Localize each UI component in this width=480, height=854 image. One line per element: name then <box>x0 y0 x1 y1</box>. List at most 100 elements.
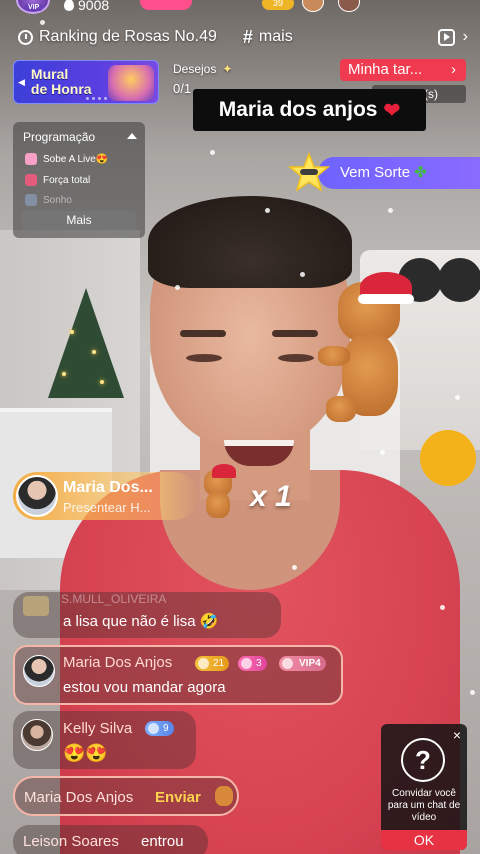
chat-message[interactable]: S.MULL_OLIVEIRA a lisa que não é lisa 🤣 <box>13 592 281 638</box>
tree-light <box>62 372 66 376</box>
viewer-avatar[interactable] <box>338 0 360 12</box>
status-row: VIP 9008 39 <box>0 0 480 14</box>
snowflake <box>265 208 270 213</box>
chat-action: entrou <box>141 833 184 850</box>
chat-faded-name: S.MULL_OLIVEIRA <box>61 592 167 606</box>
carousel-dots <box>86 97 107 100</box>
mural-de-honra-banner[interactable]: ◀ Mural de Honra <box>13 60 159 104</box>
drop-icon <box>64 0 74 11</box>
gift-count: x 1 <box>250 480 292 513</box>
chat-username[interactable]: Maria Dos Anjos <box>24 789 133 806</box>
vip-tag: VIP <box>24 4 44 11</box>
minha-tarefa-button[interactable]: Minha tar... › <box>340 59 466 81</box>
video-chat-invite: × ? Convidar você para um chat de vídeo … <box>381 724 467 850</box>
santa-hat <box>212 464 236 478</box>
vip-badge: VIP4 <box>279 656 326 671</box>
programacao-item[interactable]: Sonho <box>25 194 72 206</box>
snowflake <box>380 450 385 455</box>
hat-trim <box>358 294 414 304</box>
chat-gift-message[interactable]: Maria Dos Anjos Enviar <box>13 776 239 816</box>
close-icon[interactable]: × <box>453 727 461 743</box>
streamer-name: Maria dos anjos <box>218 98 378 121</box>
follow-button[interactable] <box>140 0 192 10</box>
question-icon: ? <box>401 738 445 782</box>
eyebrow <box>180 330 226 337</box>
gift-action: Presentear H... <box>63 500 151 515</box>
minha-sub-text: (s) <box>424 87 438 101</box>
gingerbread-sticker <box>318 272 418 432</box>
sparkle-icon: ✦ <box>222 62 233 76</box>
caret-up-icon[interactable] <box>127 133 137 139</box>
chat-message[interactable]: Maria Dos Anjos 21 3 VIP4 estou vou mand… <box>13 645 343 705</box>
chat-action: Enviar <box>155 789 201 806</box>
gingerbread-leg <box>326 396 356 422</box>
chat-username[interactable]: Kelly Silva <box>63 720 132 737</box>
chat-join-message[interactable]: Leison Soares entrou <box>13 825 208 854</box>
gift-box-icon <box>23 596 49 616</box>
gingerbread-gift-icon <box>194 462 242 520</box>
eye <box>278 354 314 362</box>
gingerbread-arm <box>318 346 350 366</box>
share-controls[interactable]: › <box>437 28 468 46</box>
minha-label: Minha tar... <box>348 61 423 78</box>
mural-title-line1: Mural <box>30 66 69 82</box>
ranking-link[interactable]: Ranking de Rosas No.49 <box>18 28 217 46</box>
snowflake <box>455 395 460 400</box>
christmas-tree <box>48 288 124 398</box>
streamer-name-banner: Maria dos anjos ❤ <box>193 89 426 131</box>
programacao-title: Programação <box>23 130 96 144</box>
chat-avatar[interactable] <box>21 719 53 751</box>
gift-banner[interactable]: Maria Dos... Presentear H... <box>13 472 198 520</box>
gift-sender-avatar[interactable] <box>16 475 58 517</box>
clover-icon: ✤ <box>414 164 427 181</box>
moon-decoration <box>438 258 480 302</box>
vem-sorte-button[interactable]: Vem Sorte ✤ <box>318 157 480 189</box>
gingerbread-icon <box>215 786 233 806</box>
coin-value: 9008 <box>78 0 110 13</box>
gingerbread-body <box>206 492 230 518</box>
chat-text: 😍😍 <box>63 743 108 763</box>
coin-counter[interactable]: 9008 <box>64 0 109 13</box>
chat-username[interactable]: Leison Soares <box>23 833 119 850</box>
eyebrow <box>272 330 318 337</box>
chevron-right-icon: › <box>451 61 456 78</box>
snowflake <box>175 285 180 290</box>
header-bar: Ranking de Rosas No.49 # mais › <box>0 22 480 52</box>
level-badge: 39 <box>262 0 294 10</box>
programacao-header[interactable]: Programação <box>23 130 137 144</box>
clock-icon <box>18 29 33 45</box>
programacao-more-button[interactable]: Mais <box>22 211 136 230</box>
heart-icon: ❤ <box>383 99 401 122</box>
ok-button[interactable]: OK <box>381 830 467 850</box>
programacao-item-label: Sonho <box>43 194 72 206</box>
snowflake <box>388 208 393 213</box>
mural-title-line2: de Honra <box>30 81 92 97</box>
star-icon[interactable] <box>288 152 330 194</box>
tree-light <box>92 350 96 354</box>
programacao-item[interactable]: Força total <box>25 174 90 186</box>
snowflake <box>440 605 445 610</box>
smiley-pillow <box>420 430 476 486</box>
viewer-avatar[interactable] <box>302 0 324 12</box>
chat-username[interactable]: Maria Dos Anjos <box>63 654 172 671</box>
chat-message[interactable]: Kelly Silva 9 😍😍 <box>13 711 196 769</box>
play-square-icon[interactable] <box>437 28 455 46</box>
snowflake <box>300 272 305 277</box>
chat-avatar[interactable] <box>23 655 55 687</box>
chat-text: estou vou mandar agora <box>63 679 226 696</box>
hashtag-link[interactable]: # mais <box>243 27 293 48</box>
snowflake <box>292 565 297 570</box>
programacao-item-label: Força total <box>43 174 91 186</box>
eye <box>186 354 222 362</box>
programacao-item-label: Sobe A Live😍 <box>43 153 109 165</box>
hashtag-label: mais <box>258 28 293 45</box>
cake-icon <box>25 153 37 165</box>
gift-sender-name: Maria Dos... <box>63 479 153 496</box>
programacao-item[interactable]: Sobe A Live😍 <box>25 153 108 165</box>
level-badge: 21 <box>195 656 230 671</box>
rank-badge: 3 <box>238 656 267 671</box>
bow-icon <box>25 174 37 186</box>
chevron-right-icon[interactable]: › <box>463 28 468 46</box>
vem-sorte-label: Vem Sorte <box>340 164 411 181</box>
desejos-label: Desejos <box>173 62 217 76</box>
